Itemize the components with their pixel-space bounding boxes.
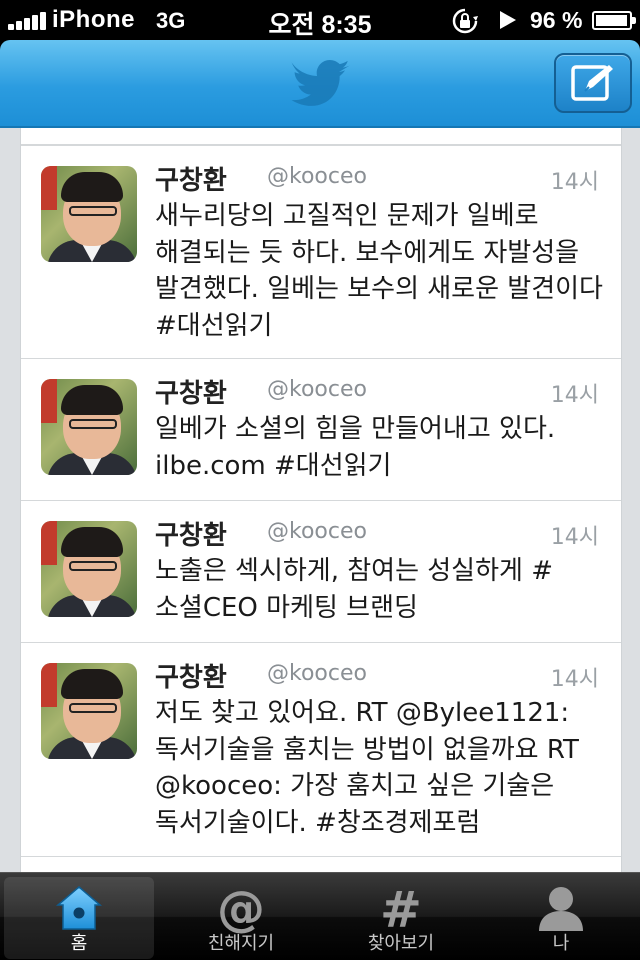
tweet-text: 노출은 섹시하게, 참여는 성실하게 #소셜CEO 마케팅 브랜딩 bbox=[155, 556, 553, 623]
tab-label: 친해지기 bbox=[207, 933, 275, 954]
tweet-author-name: 구창환 bbox=[155, 166, 227, 196]
now-playing-icon bbox=[500, 11, 516, 29]
avatar[interactable] bbox=[41, 521, 137, 617]
tweet-timestamp: 14시 bbox=[550, 170, 599, 195]
tweet-item[interactable]: 구창환 @kooceo 14시 노출은 섹시하게, 참여는 성실하게 #소셜CE… bbox=[21, 500, 621, 642]
tab-label: 찾아보기 bbox=[367, 933, 435, 954]
tweet-text: 새누리당의 고질적인 문제가 일베로 해결되는 듯 하다. 보수에게도 자발성을… bbox=[155, 201, 603, 341]
tweet-item[interactable] bbox=[21, 856, 621, 872]
navigation-bar bbox=[0, 40, 640, 128]
tab-label: 나 bbox=[552, 933, 570, 954]
tweet-text: 일베가 소셜의 힘을 만들어내고 있다. ilbe.com #대선읽기 bbox=[155, 414, 556, 481]
tweet-item[interactable]: 구창환 @kooceo 14시 저도 찾고 있어요. RT @Bylee1121… bbox=[21, 642, 621, 856]
tweet-list: 구창환 @kooceo 14시 새누리당의 고질적인 문제가 일베로 해결되는 … bbox=[20, 128, 622, 872]
twitter-bird-icon bbox=[291, 60, 350, 106]
tweet-text: 저도 찾고 있어요. RT @Bylee1121: 독서기술을 훔치는 방법이 … bbox=[155, 698, 579, 838]
tab-discover[interactable]: # 찾아보기 bbox=[326, 877, 476, 959]
avatar[interactable] bbox=[41, 166, 137, 262]
avatar[interactable] bbox=[41, 379, 137, 475]
tab-bar: 홈 @ 친해지기 # 찾아보기 나 bbox=[0, 872, 640, 960]
tweet-author-handle: @kooceo bbox=[267, 377, 367, 402]
tweet-timestamp: 14시 bbox=[550, 525, 599, 550]
tab-home[interactable]: 홈 bbox=[4, 877, 154, 959]
compose-icon bbox=[571, 65, 613, 101]
at-sign-icon: @ bbox=[217, 883, 265, 935]
status-bar: iPhone 3G 오전 8:35 96 % bbox=[0, 0, 640, 40]
svg-text:@: @ bbox=[217, 883, 265, 935]
tweet-item[interactable]: 구창환 @kooceo 14시 새누리당의 고질적인 문제가 일베로 해결되는 … bbox=[21, 144, 621, 358]
home-icon bbox=[55, 886, 103, 930]
tweet-author-handle: @kooceo bbox=[267, 661, 367, 686]
svg-text:#: # bbox=[380, 883, 422, 935]
timeline[interactable]: 구창환 @kooceo 14시 새누리당의 고질적인 문제가 일베로 해결되는 … bbox=[0, 128, 640, 872]
battery-percent: 96 % bbox=[530, 7, 583, 33]
avatar[interactable] bbox=[41, 663, 137, 759]
rotation-lock-icon bbox=[452, 8, 478, 34]
tweet-author-handle: @kooceo bbox=[267, 519, 367, 544]
compose-tweet-button[interactable] bbox=[554, 53, 632, 113]
hashtag-icon: # bbox=[380, 883, 422, 935]
tweet-author-handle: @kooceo bbox=[267, 164, 367, 189]
tweet-author-name: 구창환 bbox=[155, 521, 227, 551]
tab-label: 홈 bbox=[70, 933, 88, 954]
tweet-author-name: 구창환 bbox=[155, 663, 227, 693]
tweet-timestamp: 14시 bbox=[550, 667, 599, 692]
tweet-author-name: 구창환 bbox=[155, 379, 227, 409]
person-icon bbox=[539, 887, 583, 931]
battery-level bbox=[596, 15, 627, 26]
tweet-item[interactable]: 구창환 @kooceo 14시 일베가 소셜의 힘을 만들어내고 있다. ilb… bbox=[21, 358, 621, 500]
tweet-timestamp: 14시 bbox=[550, 383, 599, 408]
battery-icon bbox=[592, 11, 636, 30]
tab-connect[interactable]: @ 친해지기 bbox=[166, 877, 316, 959]
tab-me[interactable]: 나 bbox=[486, 877, 636, 959]
